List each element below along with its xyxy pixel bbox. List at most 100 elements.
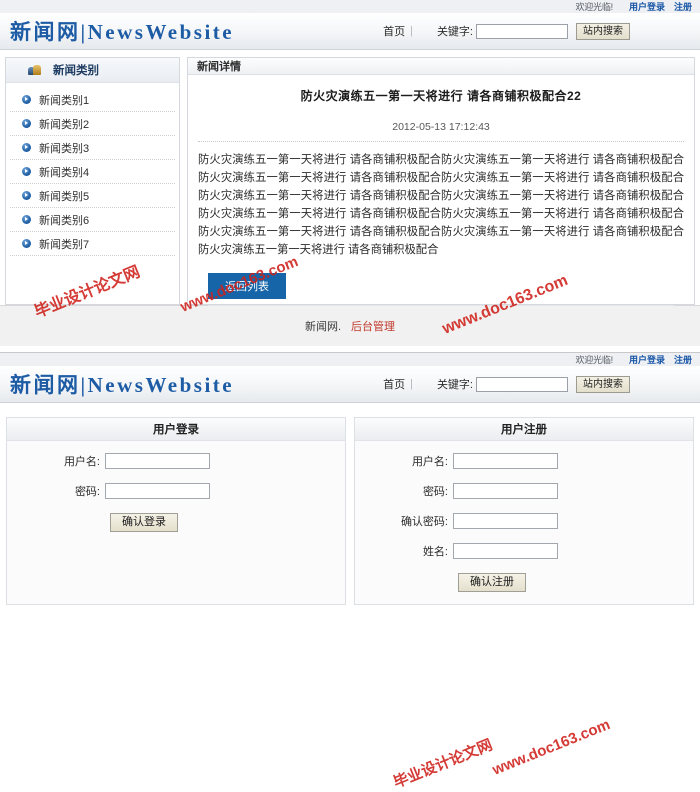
article-title: 防火灾演练五一第一天将进行 请各商铺积极配合22 [300, 89, 582, 103]
login-panel: 用户登录 用户名: 密码: 确认登录 [6, 417, 346, 605]
confirm-login-button[interactable]: 确认登录 [110, 513, 178, 532]
register-confirm-password-row: 确认密码: [355, 513, 693, 529]
nav-home-link[interactable]: 首页 [383, 376, 405, 392]
arrow-bullet-icon [22, 143, 31, 152]
register-panel-header: 用户注册 [355, 418, 693, 441]
register-confirm-password-input[interactable] [453, 513, 558, 529]
sidebar-item-label: 新闻类别3 [39, 142, 90, 155]
watermark-text: www.doc163.com [490, 716, 613, 779]
watermark-text: 毕业设计论文网 [391, 736, 495, 792]
login-password-input[interactable] [105, 483, 210, 499]
auth-page: 欢迎光临! 用户登录 注册 新闻网|NewsWebsite 首页 | 关键字: … [0, 352, 700, 792]
site-search-button[interactable]: 站内搜索 [576, 22, 630, 40]
login-panel-header: 用户登录 [7, 418, 345, 441]
sidebar-item-label: 新闻类别5 [39, 190, 90, 203]
site-footer: 新闻网. 后台管理 [0, 305, 700, 346]
sidebar-item-category-2[interactable]: 新闻类别2 [10, 112, 175, 136]
arrow-bullet-icon [22, 215, 31, 224]
register-realname-input[interactable] [453, 543, 558, 559]
article-divider [198, 141, 684, 142]
confirm-register-button[interactable]: 确认注册 [458, 573, 526, 592]
sidebar-item-category-1[interactable]: 新闻类别1 [10, 88, 175, 112]
users-icon [28, 64, 41, 77]
register-password-label: 密码: [422, 486, 448, 498]
welcome-text: 欢迎光临! [575, 355, 613, 365]
sidebar-item-category-4[interactable]: 新闻类别4 [10, 160, 175, 184]
arrow-bullet-icon [22, 167, 31, 176]
sidebar-item-category-7[interactable]: 新闻类别7 [10, 232, 175, 256]
login-username-input[interactable] [105, 453, 210, 469]
utility-bar: 欢迎光临! 用户登录 注册 [0, 0, 700, 13]
register-username-input[interactable] [453, 453, 558, 469]
login-form: 用户名: 密码: 确认登录 [7, 441, 345, 544]
login-panel-title: 用户登录 [153, 424, 199, 436]
news-detail-panel: 新闻详情 防火灾演练五一第一天将进行 请各商铺积极配合22 2012-05-13… [187, 57, 695, 306]
news-detail-panel-header: 新闻详情 [188, 58, 694, 75]
article-actions: 返回列表 [198, 259, 684, 299]
news-detail-panel-title: 新闻详情 [197, 61, 241, 73]
sidebar-item-label: 新闻类别1 [39, 94, 90, 107]
keyword-label: 关键字: [436, 26, 473, 38]
welcome-text: 欢迎光临! [575, 2, 613, 12]
login-password-label: 密码: [74, 486, 100, 498]
arrow-bullet-icon [22, 239, 31, 248]
category-sidebar: 新闻类别 新闻类别1 新闻类别2 新闻类别3 新闻类别4 新闻类别5 新闻类别6… [5, 57, 180, 305]
sidebar-title: 新闻类别 [53, 65, 99, 77]
user-login-link[interactable]: 用户登录 [629, 353, 665, 366]
category-list: 新闻类别1 新闻类别2 新闻类别3 新闻类别4 新闻类别5 新闻类别6 新闻类别… [6, 83, 179, 256]
register-username-label: 用户名: [411, 456, 448, 468]
nav-separator: | [410, 25, 413, 37]
register-link[interactable]: 注册 [674, 0, 692, 13]
register-password-input[interactable] [453, 483, 558, 499]
arrow-bullet-icon [22, 119, 31, 128]
nav-separator: | [410, 378, 413, 390]
search-input[interactable] [476, 376, 568, 392]
site-header: 新闻网|NewsWebsite 首页 | 关键字: 站内搜索 [0, 13, 700, 50]
content-bottom-rule [208, 305, 674, 306]
sidebar-header: 新闻类别 [6, 58, 179, 83]
news-detail-page: 欢迎光临! 用户登录 注册 新闻网|NewsWebsite 首页 | 关键字: … [0, 0, 700, 352]
register-username-row: 用户名: [355, 453, 693, 469]
login-submit-row: 确认登录 [7, 513, 345, 532]
sidebar-item-category-5[interactable]: 新闻类别5 [10, 184, 175, 208]
arrow-bullet-icon [22, 95, 31, 104]
footer-site-name: 新闻网. [304, 321, 342, 333]
register-realname-label: 姓名: [422, 546, 448, 558]
article-body: 防火灾演练五一第一天将进行 请各商铺积极配合防火灾演练五一第一天将进行 请各商铺… [198, 154, 684, 256]
sidebar-item-label: 新闻类别2 [39, 118, 90, 131]
article-timestamp: 2012-05-13 17:12:43 [392, 121, 490, 133]
keyword-label: 关键字: [436, 379, 473, 391]
arrow-bullet-icon [22, 191, 31, 200]
sidebar-item-category-3[interactable]: 新闻类别3 [10, 136, 175, 160]
auth-panels: 用户登录 用户名: 密码: 确认登录 用户注册 用户名: 密码: 确认密码: 姓… [0, 403, 700, 605]
sidebar-item-label: 新闻类别6 [39, 214, 90, 227]
utility-bar: 欢迎光临! 用户登录 注册 [0, 353, 700, 366]
admin-console-link[interactable]: 后台管理 [351, 318, 395, 334]
login-username-row: 用户名: [7, 453, 345, 469]
register-confirm-password-label: 确认密码: [400, 516, 448, 528]
user-login-link[interactable]: 用户登录 [629, 0, 665, 13]
search-input[interactable] [476, 23, 568, 39]
register-link[interactable]: 注册 [674, 353, 692, 366]
login-password-row: 密码: [7, 483, 345, 499]
register-form: 用户名: 密码: 确认密码: 姓名: 确认注册 [355, 441, 693, 604]
main-content-area: 新闻类别 新闻类别1 新闻类别2 新闻类别3 新闻类别4 新闻类别5 新闻类别6… [0, 50, 700, 306]
register-submit-row: 确认注册 [355, 573, 693, 592]
register-panel-title: 用户注册 [501, 424, 547, 436]
site-header: 新闻网|NewsWebsite 首页 | 关键字: 站内搜索 [0, 366, 700, 403]
register-panel: 用户注册 用户名: 密码: 确认密码: 姓名: 确认注册 [354, 417, 694, 605]
sidebar-item-label: 新闻类别4 [39, 166, 90, 179]
site-logo: 新闻网|NewsWebsite [10, 20, 235, 44]
header-nav: 首页 | 关键字: 站内搜索 [383, 375, 700, 393]
sidebar-item-category-6[interactable]: 新闻类别6 [10, 208, 175, 232]
site-search-button[interactable]: 站内搜索 [576, 375, 630, 393]
register-password-row: 密码: [355, 483, 693, 499]
register-realname-row: 姓名: [355, 543, 693, 559]
header-nav: 首页 | 关键字: 站内搜索 [383, 22, 700, 40]
sidebar-item-label: 新闻类别7 [39, 238, 90, 251]
article: 防火灾演练五一第一天将进行 请各商铺积极配合22 2012-05-13 17:1… [188, 75, 694, 306]
nav-home-link[interactable]: 首页 [383, 23, 405, 39]
back-to-list-button[interactable]: 返回列表 [208, 273, 286, 299]
login-username-label: 用户名: [63, 456, 100, 468]
site-logo: 新闻网|NewsWebsite [10, 373, 235, 397]
